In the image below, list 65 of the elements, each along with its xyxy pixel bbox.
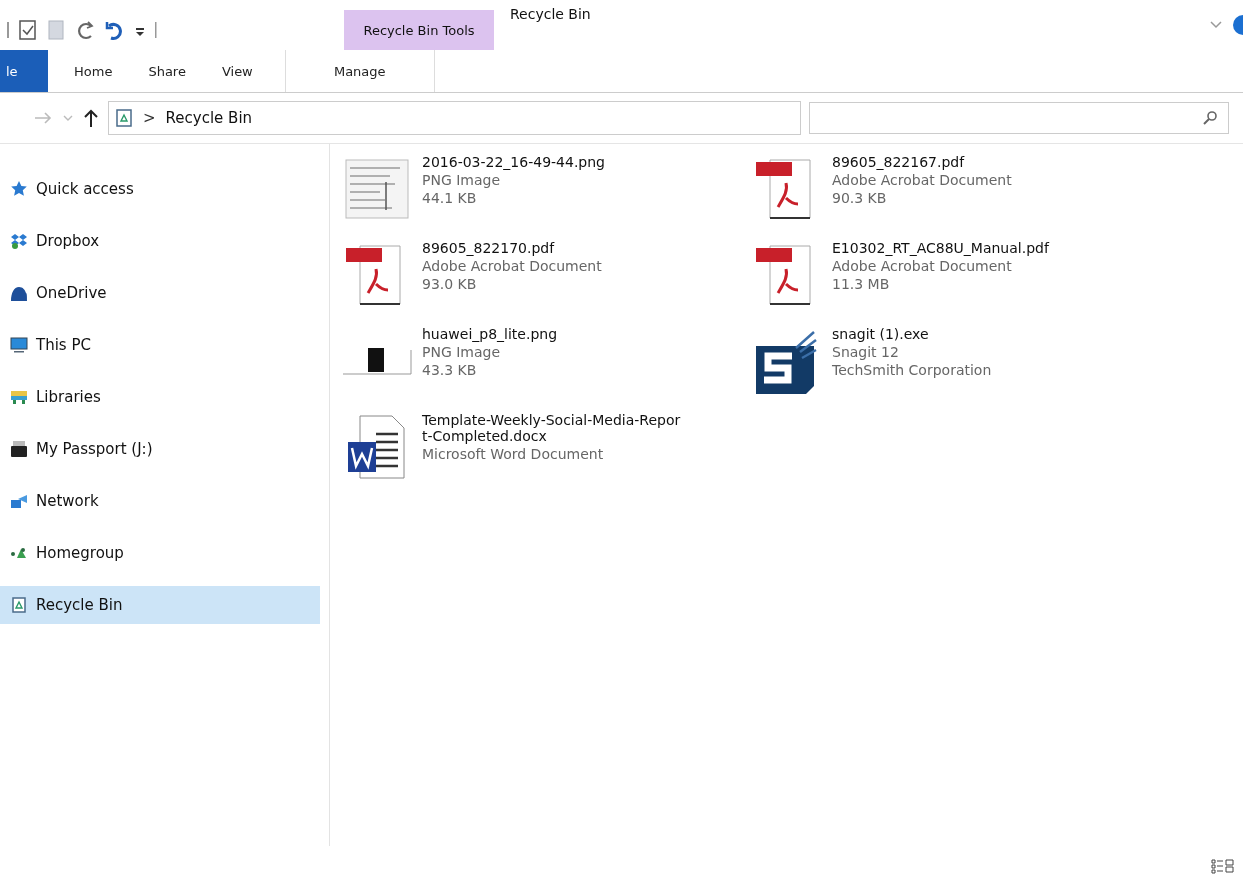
up-arrow-icon[interactable] [82,108,100,128]
toolbar-divider-icon [154,20,158,40]
file-tile[interactable]: E10302_RT_AC88U_Manual.pdf Adobe Acrobat Document 11.3 MB [752,240,1162,310]
file-detail: 44.1 KB [422,190,478,206]
navigation-item[interactable]: OneDrive [0,274,320,312]
help-icon[interactable] [1231,14,1243,36]
file-detail: Snagit 12 [832,344,900,360]
file-detail: Adobe Acrobat Document [832,258,1013,274]
file-detail: 43.3 KB [422,362,478,378]
file-name: 2016-03-22_16-49-44.png [422,154,606,170]
file-name: Template-Weekly-Social-Media-Report-Completed.docx [422,412,682,444]
dropbox-icon [10,232,28,250]
ribbon-tab[interactable]: View [203,50,271,92]
navigation-item[interactable]: Libraries [0,378,320,416]
ribbon-context-label: Recycle Bin Tools [344,10,494,50]
breadcrumb-separator: > [143,109,156,127]
file-name: 89605_822167.pdf [832,154,966,170]
navigation-item[interactable]: Homegroup [0,534,320,572]
properties-icon[interactable] [18,19,38,41]
file-detail: 90.3 KB [832,190,888,206]
file-detail: Adobe Acrobat Document [422,258,603,274]
file-tile[interactable]: snagit (1).exe Snagit 12 TechSmith Corporation [752,326,1162,396]
breadcrumb-item[interactable]: Recycle Bin [165,109,253,127]
window-title: Recycle Bin [510,6,591,22]
large-icons-view-icon[interactable] [1225,858,1235,874]
file-detail: Microsoft Word Document [422,446,605,462]
file-tile[interactable]: 2016-03-22_16-49-44.png PNG Image 44.1 KB [342,154,752,224]
cloud-icon [10,284,28,302]
toolbar-divider-icon [6,20,10,40]
ribbon-tab[interactable]: Manage [284,50,435,92]
file-detail: Adobe Acrobat Document [832,172,1013,188]
file-detail: 11.3 MB [832,276,891,292]
search-icon [1202,110,1218,126]
ribbon-tab[interactable]: Share [130,50,204,92]
file-detail: TechSmith Corporation [832,362,993,378]
file-detail: PNG Image [422,172,502,188]
recycle-bin-icon [10,596,28,614]
monitor-icon [10,336,28,354]
file-detail: PNG Image [422,344,502,360]
ribbon-tab[interactable]: le [0,50,48,92]
search-field[interactable] [809,102,1229,134]
navigation-item[interactable]: Dropbox [0,222,320,260]
network-icon [10,492,28,510]
details-view-icon[interactable] [1211,858,1223,874]
file-tile[interactable]: huawei_p8_lite.png PNG Image 43.3 KB [342,326,752,396]
library-icon [10,388,28,406]
file-tile[interactable]: 89605_822167.pdf Adobe Acrobat Document 90.3 KB [752,154,1162,224]
file-name: E10302_RT_AC88U_Manual.pdf [832,240,1051,256]
file-detail: 93.0 KB [422,276,478,292]
file-tile[interactable]: Template-Weekly-Social-Media-Report-Completed.docx Microsoft Word Document [342,412,752,482]
recycle-bin-icon [115,108,133,128]
file-name: snagit (1).exe [832,326,930,342]
navigation-item[interactable]: My Passport (J:) [0,430,320,468]
file-name: 89605_822170.pdf [422,240,556,256]
address-bar[interactable]: > Recycle Bin [108,101,801,135]
drive-icon [10,440,28,458]
file-name: huawei_p8_lite.png [422,326,559,342]
image-thumbnail-icon [342,346,412,376]
navigation-item[interactable]: Network [0,482,320,520]
star-icon [10,180,28,198]
navigation-item[interactable]: This PC [0,326,320,364]
ribbon-tab[interactable]: Home [56,50,131,92]
navigation-item[interactable]: Quick access [0,170,320,208]
navigation-item[interactable]: Recycle Bin [0,586,320,624]
file-tile[interactable]: 89605_822170.pdf Adobe Acrobat Document 93.0 KB [342,240,752,310]
